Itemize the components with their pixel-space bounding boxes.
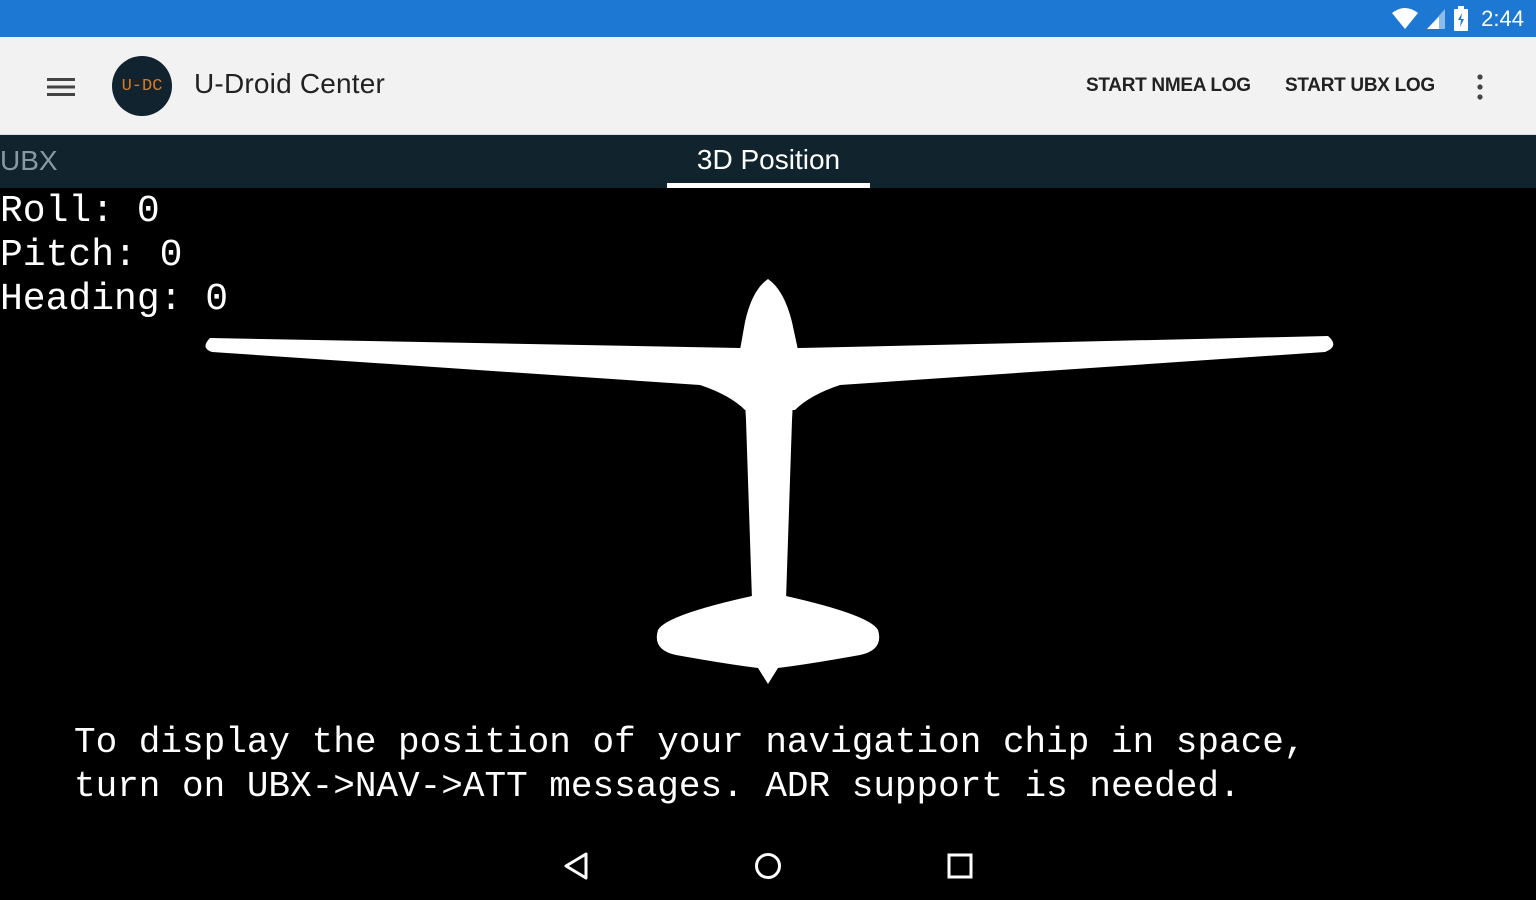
- tab-3d-position[interactable]: 3D Position: [667, 135, 870, 188]
- battery-icon: [1454, 6, 1469, 31]
- tab-bar: UBX 3D Position: [0, 135, 1536, 188]
- menu-button[interactable]: [38, 67, 84, 107]
- home-button[interactable]: [746, 844, 790, 888]
- content-area: Roll: 0 Pitch: 0 Heading: 0 To display t…: [0, 188, 1536, 900]
- recents-square-icon: [947, 853, 973, 879]
- status-time: 2:44: [1481, 6, 1524, 31]
- app-logo-text: U-DC: [121, 76, 163, 96]
- recents-button[interactable]: [938, 844, 982, 888]
- tab-3d-position-label: 3D Position: [696, 144, 841, 175]
- cell-signal-icon: [1427, 9, 1446, 29]
- start-nmea-log-button[interactable]: START NMEA LOG: [1086, 75, 1251, 97]
- aircraft-model: [205, 279, 1334, 684]
- more-vert-icon: [1477, 74, 1483, 100]
- status-bar: 2:44: [0, 0, 1536, 37]
- pitch-readout: Pitch: 0: [0, 234, 183, 277]
- info-message-line1: To display the position of your navigati…: [74, 722, 1306, 763]
- app-bar: U-DC U-Droid Center START NMEA LOG START…: [0, 37, 1536, 135]
- aircraft-tailplane: [656, 596, 880, 684]
- roll-readout: Roll: 0: [0, 190, 160, 233]
- overflow-menu-button[interactable]: [1464, 65, 1496, 109]
- aircraft-fuselage: [742, 345, 796, 600]
- home-circle-icon: [755, 853, 781, 879]
- aircraft-nose: [740, 279, 798, 350]
- status-icons: 2:44: [1391, 5, 1524, 33]
- start-ubx-log-button[interactable]: START UBX LOG: [1285, 75, 1435, 97]
- app-title: U-Droid Center: [194, 68, 386, 99]
- back-button[interactable]: [554, 844, 598, 888]
- heading-readout: Heading: 0: [0, 278, 229, 321]
- tab-ubx[interactable]: UBX: [0, 145, 58, 177]
- app-logo: U-DC: [112, 56, 172, 116]
- info-message-line2: turn on UBX->NAV->ATT messages. ADR supp…: [74, 766, 1241, 807]
- navigation-bar: [0, 828, 1536, 900]
- back-triangle-icon: [564, 852, 588, 880]
- wifi-icon: [1392, 8, 1419, 29]
- hamburger-menu-icon: [47, 78, 75, 96]
- info-message: To display the position of your navigati…: [74, 721, 1514, 809]
